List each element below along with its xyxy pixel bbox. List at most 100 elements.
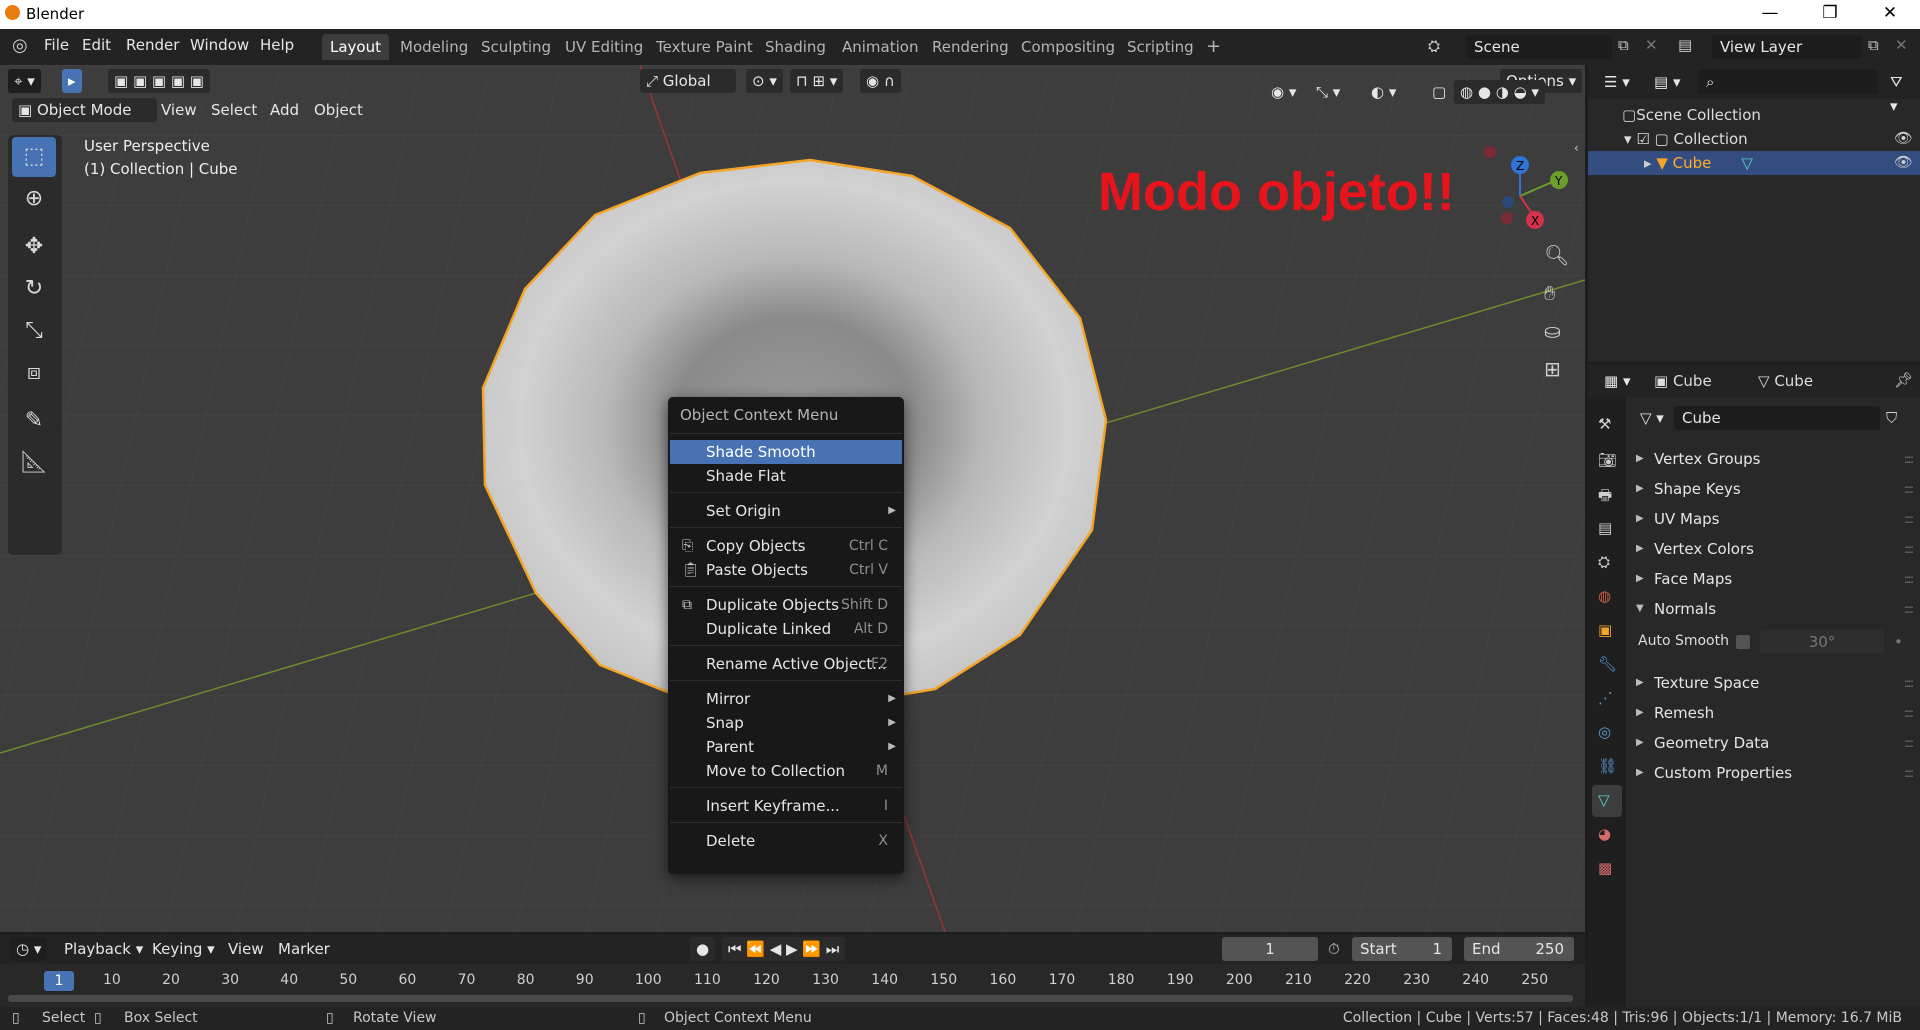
tab-scripting[interactable]: Scripting bbox=[1119, 34, 1202, 60]
drag-grip-icon[interactable]: :::: bbox=[1904, 505, 1914, 533]
transform-tool-icon[interactable]: ⧈ bbox=[12, 353, 56, 393]
sidebar-toggle-icon[interactable]: ‹ bbox=[1574, 141, 1579, 155]
menu-item-shade-smooth[interactable]: Shade Smooth bbox=[670, 440, 902, 464]
fake-user-shield-icon[interactable]: ⛉ bbox=[1886, 409, 1897, 427]
select-box-tool-icon[interactable]: ⬚ bbox=[12, 137, 56, 177]
pivot-point-icon[interactable]: ⊙ ▾ bbox=[746, 69, 783, 93]
render-tab-icon[interactable]: 📷︎ bbox=[1598, 451, 1617, 469]
outliner-editor-type-icon[interactable]: ☰ ▾ bbox=[1598, 70, 1636, 94]
physics-tab-icon[interactable]: ◎ bbox=[1598, 723, 1611, 741]
zoom-icon[interactable]: 🔍︎ bbox=[1544, 243, 1569, 267]
menu-item-duplicate-objects[interactable]: ⧉ Duplicate Objects Shift D bbox=[670, 593, 902, 617]
texture-tab-icon[interactable]: ▩ bbox=[1598, 859, 1612, 877]
display-mode-icon[interactable]: ▤ ▾ bbox=[1648, 70, 1686, 94]
outliner-row-cube[interactable]: ▸ ▼ Cube ▽ bbox=[1644, 151, 1753, 175]
menu-item-duplicate-linked[interactable]: Duplicate Linked Alt D bbox=[670, 617, 902, 641]
panel-vertex-colors[interactable]: ▶ Vertex Colors:::: bbox=[1636, 535, 1920, 563]
keyframe-dot-icon[interactable]: • bbox=[1894, 633, 1903, 651]
tab-texture-paint[interactable]: Texture Paint bbox=[648, 34, 761, 60]
menu-item-paste-objects[interactable]: 📋︎ Paste Objects Ctrl V bbox=[670, 558, 902, 582]
gizmo-toggle-icon[interactable]: ⤡ ▾ bbox=[1310, 80, 1346, 104]
object-breadcrumb[interactable]: ▣ Cube bbox=[1654, 372, 1712, 390]
drag-grip-icon[interactable]: :::: bbox=[1904, 595, 1914, 623]
menu-item-snap[interactable]: Snap ▶ bbox=[670, 711, 902, 735]
panel-uv-maps[interactable]: ▶ UV Maps:::: bbox=[1636, 505, 1920, 533]
xray-toggle-icon[interactable]: ▢ bbox=[1426, 80, 1452, 104]
menu-file[interactable]: File bbox=[44, 36, 69, 54]
drag-grip-icon[interactable]: :::: bbox=[1904, 445, 1914, 473]
properties-editor-type-icon[interactable]: ▦ ▾ bbox=[1598, 369, 1636, 393]
tool-tab-icon[interactable]: ⚒ bbox=[1598, 415, 1611, 433]
menu-add[interactable]: Add bbox=[264, 98, 305, 122]
tab-layout[interactable]: Layout bbox=[322, 34, 389, 60]
menu-render[interactable]: Render bbox=[126, 36, 179, 54]
delete-scene-icon[interactable]: ✕ bbox=[1645, 36, 1658, 54]
mesh-data-tab-icon[interactable]: ▽ bbox=[1598, 791, 1610, 809]
menu-item-copy-objects[interactable]: ⎘ Copy Objects Ctrl C bbox=[670, 534, 902, 558]
camera-view-icon[interactable]: ⛀ bbox=[1544, 319, 1561, 343]
panel-shape-keys[interactable]: ▶ Shape Keys:::: bbox=[1636, 475, 1920, 503]
object-tab-icon[interactable]: ▣ bbox=[1598, 621, 1612, 639]
drag-grip-icon[interactable]: :::: bbox=[1904, 729, 1914, 757]
shading-modes-icons[interactable]: ◍ ● ◑ ◒ ▾ bbox=[1454, 80, 1545, 104]
drag-grip-icon[interactable]: :::: bbox=[1904, 475, 1914, 503]
menu-help[interactable]: Help bbox=[260, 36, 294, 54]
close-button[interactable]: ✕ bbox=[1865, 0, 1915, 29]
auto-smooth-checkbox[interactable] bbox=[1736, 635, 1750, 649]
visibility-icon[interactable]: ◉ ▾ bbox=[1265, 80, 1302, 104]
eye-icon[interactable]: 👁︎ bbox=[1894, 129, 1913, 147]
pan-hand-icon[interactable]: ✋︎ bbox=[1544, 281, 1555, 305]
rotate-tool-icon[interactable]: ↻ bbox=[12, 269, 56, 309]
menu-item-insert-keyframe[interactable]: Insert Keyframe... I bbox=[670, 794, 902, 818]
modifier-wrench-icon[interactable]: 🔧︎ bbox=[1598, 655, 1617, 673]
filter-icon[interactable]: ⛛ ▾ bbox=[1884, 70, 1920, 115]
snap-icon[interactable]: ⊓ ⊞ ▾ bbox=[790, 69, 844, 93]
menu-select[interactable]: Select bbox=[205, 98, 263, 122]
transform-orientation-select[interactable]: ⤢ Global bbox=[640, 69, 736, 93]
tab-uv-editing[interactable]: UV Editing bbox=[557, 34, 651, 60]
outliner-row-scene-collection[interactable]: ▢ Scene Collection bbox=[1622, 103, 1761, 127]
panel-vertex-groups[interactable]: ▶ Vertex Groups:::: bbox=[1636, 445, 1920, 473]
move-tool-icon[interactable]: ✥ bbox=[12, 227, 56, 267]
menu-item-parent[interactable]: Parent ▶ bbox=[670, 735, 902, 759]
drag-grip-icon[interactable]: :::: bbox=[1904, 565, 1914, 593]
menu-item-set-origin[interactable]: Set Origin ▶ bbox=[670, 499, 902, 523]
mode-selector[interactable]: ▣ Object Mode bbox=[12, 98, 158, 122]
eye-icon[interactable]: 👁︎ bbox=[1894, 153, 1913, 171]
drag-grip-icon[interactable]: :::: bbox=[1904, 699, 1914, 727]
timeline-scrollbar[interactable] bbox=[8, 995, 1573, 1002]
add-workspace-button[interactable]: + bbox=[1198, 34, 1229, 60]
auto-smooth-angle-field[interactable]: 30° bbox=[1760, 630, 1884, 654]
world-tab-icon[interactable]: ◍ bbox=[1598, 587, 1611, 605]
navigation-gizmo[interactable]: Z Y X bbox=[1470, 140, 1580, 240]
scene-tab-icon[interactable]: ⛭ bbox=[1598, 553, 1610, 571]
minimize-button[interactable]: — bbox=[1745, 0, 1795, 29]
pin-icon[interactable]: 📌︎ bbox=[1894, 371, 1913, 389]
menu-item-shade-flat[interactable]: Shade Flat bbox=[670, 464, 902, 488]
select-box-mode-icons[interactable]: ▣ ▣ ▣ ▣ ▣ bbox=[108, 69, 210, 93]
delete-view-layer-icon[interactable]: ✕ bbox=[1895, 36, 1908, 54]
scene-selector[interactable]: Scene bbox=[1466, 35, 1612, 59]
cursor-tool-icon[interactable]: ⊕ bbox=[12, 179, 56, 219]
scale-tool-icon[interactable]: ⤡ bbox=[12, 311, 56, 351]
editor-type-icon[interactable]: ⌖ ▾ bbox=[8, 69, 41, 93]
measure-tool-icon[interactable]: 📐︎ bbox=[12, 443, 56, 483]
perspective-grid-icon[interactable]: ⊞ bbox=[1544, 357, 1561, 381]
panel-normals[interactable]: ▼ Normals:::: bbox=[1636, 595, 1920, 623]
panel-geometry-data[interactable]: ▶ Geometry Data:::: bbox=[1636, 729, 1920, 757]
new-scene-icon[interactable]: ⧉ bbox=[1618, 36, 1629, 54]
tab-shading[interactable]: Shading bbox=[757, 34, 834, 60]
material-tab-icon[interactable]: ◕ bbox=[1598, 825, 1611, 843]
maximize-button[interactable]: ❐ bbox=[1805, 0, 1855, 29]
proportional-edit-icon[interactable]: ◉ ∩ bbox=[860, 69, 901, 93]
outliner-row-collection[interactable]: ▾ ☑ ▢ Collection bbox=[1624, 127, 1748, 151]
drag-grip-icon[interactable]: :::: bbox=[1904, 535, 1914, 563]
constraints-tab-icon[interactable]: ⛓ bbox=[1598, 757, 1617, 775]
tab-animation[interactable]: Animation bbox=[834, 34, 926, 60]
overlay-toggle-icon[interactable]: ◐ ▾ bbox=[1365, 80, 1402, 104]
menu-edit[interactable]: Edit bbox=[82, 36, 111, 54]
menu-view[interactable]: View bbox=[155, 98, 203, 122]
select-tool-icon[interactable]: ▸ bbox=[62, 69, 82, 93]
menu-object[interactable]: Object bbox=[308, 98, 369, 122]
menu-item-mirror[interactable]: Mirror ▶ bbox=[670, 687, 902, 711]
